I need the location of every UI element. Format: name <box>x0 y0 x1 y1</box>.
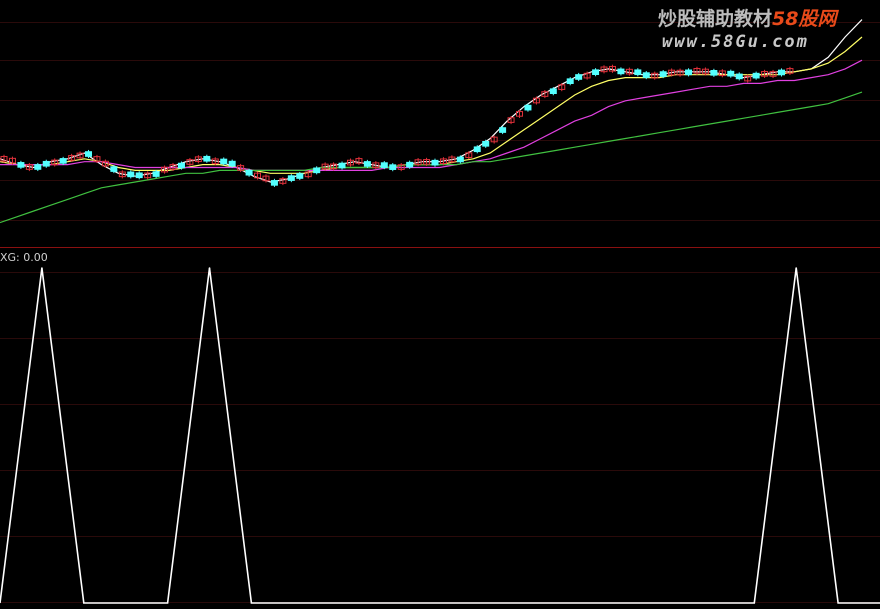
candle-body <box>127 171 135 178</box>
candle-body <box>406 161 414 168</box>
watermark-url: www.58Gu.com <box>662 32 809 52</box>
candle-body <box>456 156 464 163</box>
candle-body <box>473 146 481 153</box>
candle-body <box>634 69 642 76</box>
candle-body <box>499 127 507 133</box>
candle-body <box>642 72 650 78</box>
candle-body <box>220 158 228 165</box>
candle-body <box>727 70 735 77</box>
chart-background <box>0 0 880 609</box>
candle-body <box>575 74 583 80</box>
candle-body <box>482 140 490 147</box>
candle-body <box>313 167 321 174</box>
watermark-title: 炒股辅助教材58股网 <box>658 4 836 31</box>
candle-body <box>685 69 693 76</box>
candle-body <box>203 155 211 162</box>
indicator-label: XG: 0.00 <box>0 251 48 264</box>
candle-body <box>735 73 743 80</box>
candle-body <box>363 161 371 167</box>
candle-body <box>17 162 25 168</box>
candle-body <box>296 173 304 179</box>
candle-body <box>592 69 600 76</box>
candle-body <box>42 160 50 167</box>
candle-body <box>659 71 667 77</box>
candle-body <box>389 164 397 170</box>
candle-body <box>752 72 760 79</box>
candle-body <box>287 175 295 181</box>
candle-body <box>710 70 718 76</box>
candle-body <box>245 169 253 176</box>
candle-body <box>338 162 346 169</box>
candle-body <box>617 68 625 75</box>
chart-canvas <box>0 0 880 609</box>
candle-body <box>177 162 185 169</box>
candle-body <box>85 151 93 157</box>
candle-body <box>228 160 236 167</box>
watermark-title-main: 炒股辅助教材 <box>658 8 773 30</box>
xg-signal-point <box>41 267 43 269</box>
candle-body <box>566 78 574 85</box>
candle-body <box>549 88 557 95</box>
xg-signal-point <box>208 267 211 269</box>
candle-body <box>59 158 67 164</box>
candle-body <box>110 166 118 172</box>
xg-signal-point <box>795 267 797 269</box>
candle-body <box>431 159 439 166</box>
candle-body <box>135 172 143 179</box>
candle-body <box>152 171 160 177</box>
watermark-title-accent: 58股网 <box>772 8 837 30</box>
candle-body <box>524 104 532 111</box>
candle-body <box>380 162 388 168</box>
candle-body <box>34 164 42 170</box>
candle-body <box>777 69 785 76</box>
candle-body <box>270 180 278 186</box>
